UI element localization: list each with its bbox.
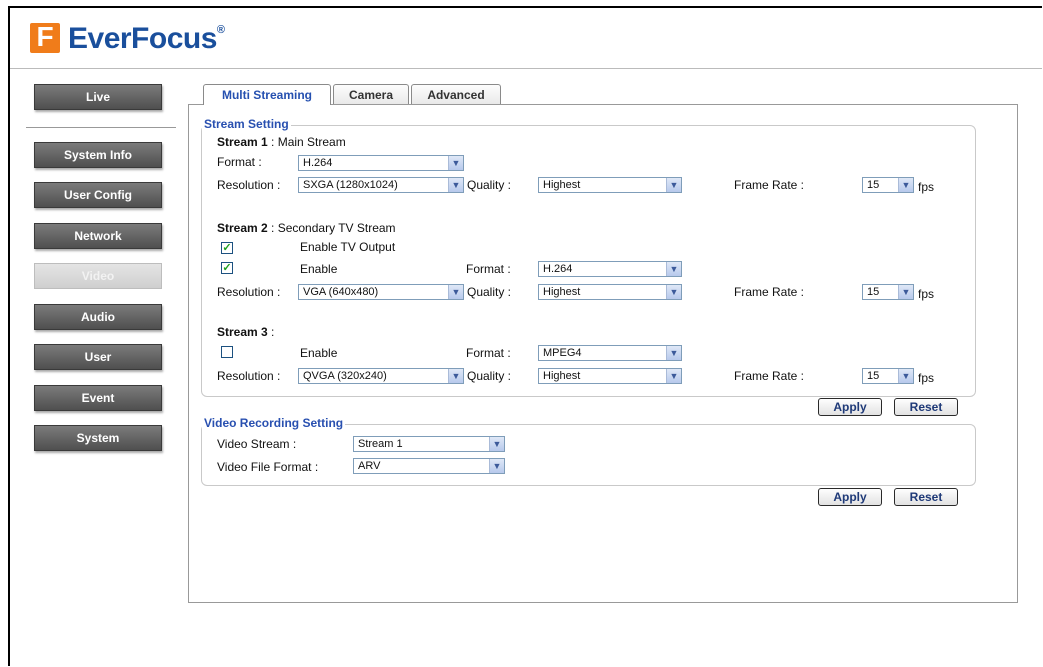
- video-stream-select[interactable]: Stream 1 ▼: [353, 436, 505, 452]
- chevron-down-icon: ▼: [666, 285, 681, 299]
- stream3-framerate-label: Frame Rate :: [734, 369, 805, 383]
- stream3-heading: Stream 3 :: [217, 325, 275, 339]
- header-divider: [10, 68, 1042, 69]
- stream2-tv-output-checkbox[interactable]: ✓: [221, 242, 233, 254]
- recording-apply-button[interactable]: Apply: [818, 488, 882, 506]
- chevron-down-icon: ▼: [489, 459, 504, 473]
- stream3-enable-label: Enable: [300, 346, 338, 360]
- chevron-down-icon: ▼: [898, 285, 913, 299]
- stream1-resolution-label: Resolution :: [217, 178, 281, 192]
- tab-advanced[interactable]: Advanced: [411, 84, 501, 104]
- chevron-down-icon: ▼: [448, 156, 463, 170]
- stream-apply-button[interactable]: Apply: [818, 398, 882, 416]
- chevron-down-icon: ▼: [666, 262, 681, 276]
- video-recording-legend: Video Recording Setting: [202, 416, 346, 430]
- stream3-resolution-select[interactable]: QVGA (320x240) ▼: [298, 368, 464, 384]
- stream1-quality-label: Quality :: [467, 178, 512, 192]
- everfocus-logo: F EverFocus®: [30, 21, 225, 56]
- stream3-resolution-label: Resolution :: [217, 369, 281, 383]
- stream2-resolution-select[interactable]: VGA (640x480) ▼: [298, 284, 464, 300]
- stream2-framerate-select[interactable]: 15 ▼: [862, 284, 914, 300]
- stream2-enable-label: Enable: [300, 262, 338, 276]
- sidebar-item-video[interactable]: Video: [34, 263, 162, 289]
- sidebar-item-system-info[interactable]: System Info: [34, 142, 162, 168]
- chevron-down-icon: ▼: [448, 285, 463, 299]
- sidebar-item-live[interactable]: Live: [34, 84, 162, 110]
- stream1-format-select[interactable]: H.264 ▼: [298, 155, 464, 171]
- logo-mark-icon: F: [30, 21, 62, 55]
- stream1-fps-label: fps: [918, 180, 935, 194]
- sidebar-item-network[interactable]: Network: [34, 223, 162, 249]
- logo-text: EverFocus®: [68, 22, 225, 55]
- stream1-framerate-label: Frame Rate :: [734, 178, 805, 192]
- stream3-framerate-select[interactable]: 15 ▼: [862, 368, 914, 384]
- stream1-resolution-select[interactable]: SXGA (1280x1024) ▼: [298, 177, 464, 193]
- chevron-down-icon: ▼: [666, 369, 681, 383]
- sidebar-divider: [26, 127, 176, 128]
- sidebar-item-user[interactable]: User: [34, 344, 162, 370]
- stream2-framerate-label: Frame Rate :: [734, 285, 805, 299]
- stream3-fps-label: fps: [918, 371, 935, 385]
- stream3-enable-checkbox[interactable]: [221, 346, 233, 358]
- stream2-format-select[interactable]: H.264 ▼: [538, 261, 682, 277]
- chevron-down-icon: ▼: [898, 178, 913, 192]
- sidebar-item-user-config[interactable]: User Config: [34, 182, 162, 208]
- video-file-format-select[interactable]: ARV ▼: [353, 458, 505, 474]
- stream2-format-label: Format :: [466, 262, 511, 276]
- stream1-format-label: Format :: [217, 155, 262, 169]
- stream-reset-button[interactable]: Reset: [894, 398, 958, 416]
- stream2-quality-select[interactable]: Highest ▼: [538, 284, 682, 300]
- stream3-format-select[interactable]: MPEG4 ▼: [538, 345, 682, 361]
- stream-setting-legend: Stream Setting: [202, 117, 291, 131]
- stream3-quality-select[interactable]: Highest ▼: [538, 368, 682, 384]
- stream2-fps-label: fps: [918, 287, 935, 301]
- chevron-down-icon: ▼: [666, 346, 681, 360]
- sidebar-item-audio[interactable]: Audio: [34, 304, 162, 330]
- sidebar-item-system[interactable]: System: [34, 425, 162, 451]
- chevron-down-icon: ▼: [489, 437, 504, 451]
- stream2-resolution-label: Resolution :: [217, 285, 281, 299]
- stream2-enable-checkbox[interactable]: ✓: [221, 262, 233, 274]
- stream2-heading: Stream 2 : Secondary TV Stream: [217, 221, 396, 235]
- chevron-down-icon: ▼: [666, 178, 681, 192]
- stream2-quality-label: Quality :: [467, 285, 512, 299]
- stream3-format-label: Format :: [466, 346, 511, 360]
- video-stream-label: Video Stream :: [217, 437, 297, 451]
- sidebar-item-event[interactable]: Event: [34, 385, 162, 411]
- video-recording-group: [201, 424, 976, 486]
- chevron-down-icon: ▼: [898, 369, 913, 383]
- stream1-framerate-select[interactable]: 15 ▼: [862, 177, 914, 193]
- stream2-tv-output-label: Enable TV Output: [300, 240, 396, 254]
- stream1-quality-select[interactable]: Highest ▼: [538, 177, 682, 193]
- tab-camera[interactable]: Camera: [333, 84, 409, 104]
- recording-reset-button[interactable]: Reset: [894, 488, 958, 506]
- chevron-down-icon: ▼: [448, 178, 463, 192]
- stream1-heading: Stream 1 : Main Stream: [217, 135, 346, 149]
- video-file-format-label: Video File Format :: [217, 460, 319, 474]
- tab-multi-streaming[interactable]: Multi Streaming: [203, 84, 331, 105]
- stream3-quality-label: Quality :: [467, 369, 512, 383]
- chevron-down-icon: ▼: [448, 369, 463, 383]
